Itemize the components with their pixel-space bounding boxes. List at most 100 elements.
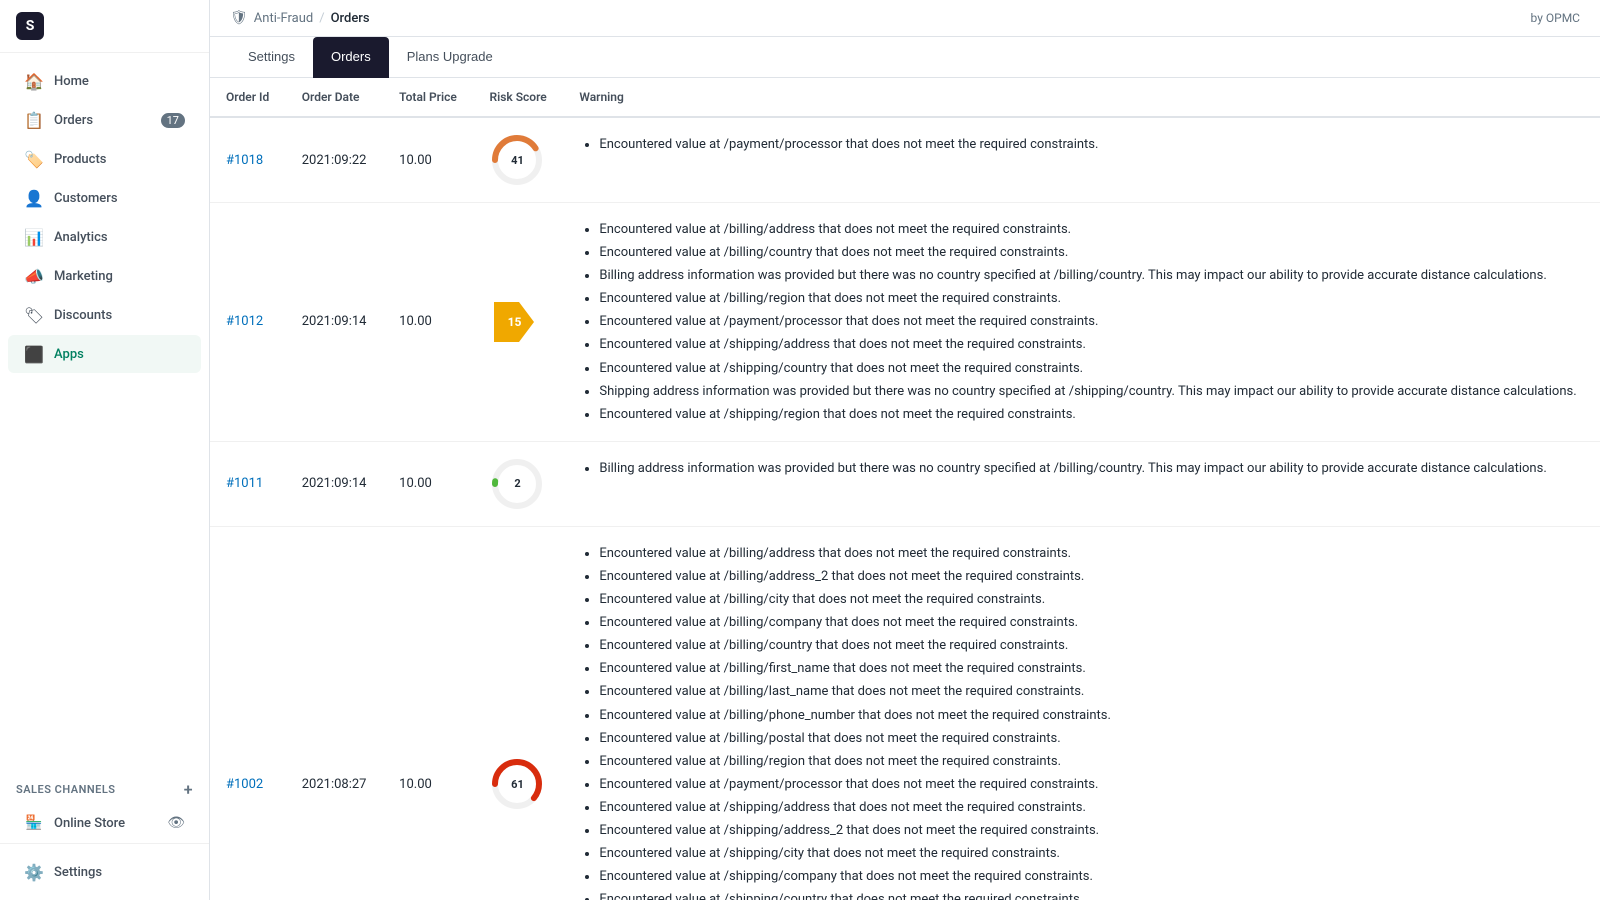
warning-item: Encountered value at /shipping/address t… — [599, 334, 1584, 356]
sales-channels-label: SALES CHANNELS — [16, 783, 116, 796]
apps-icon: ⬛ — [24, 344, 44, 364]
by-opmc-label: by OPMC — [1531, 11, 1580, 25]
warning-cell: Encountered value at /billing/address th… — [563, 203, 1600, 442]
orders-table: Order IdOrder DateTotal PriceRisk ScoreW… — [210, 78, 1600, 900]
risk-score-cell: 15 — [473, 203, 563, 442]
nav-label-home: Home — [54, 74, 185, 89]
risk-score-cell: 61 — [473, 526, 563, 900]
sidebar-item-customers[interactable]: 👤 Customers — [8, 179, 201, 217]
warning-item: Encountered value at /shipping/address_2… — [599, 820, 1584, 842]
breadcrumb: 🛡 Anti-Fraud / Orders — [230, 10, 370, 26]
warning-item: Encountered value at /billing/last_name … — [599, 681, 1584, 703]
col-header-warning: Warning — [563, 78, 1600, 117]
total-price: 10.00 — [383, 441, 473, 526]
sidebar-item-apps[interactable]: ⬛ Apps — [8, 335, 201, 373]
table-body: #10182021:09:2210.00 41 Encountered valu… — [210, 117, 1600, 900]
sidebar-logo: S — [0, 0, 209, 53]
warning-item: Encountered value at /billing/company th… — [599, 612, 1584, 634]
tab-orders[interactable]: Orders — [313, 37, 389, 78]
sidebar-item-settings[interactable]: ⚙️ Settings — [8, 853, 201, 891]
order-date: 2021:09:22 — [286, 117, 383, 203]
sidebar-item-home[interactable]: 🏠 Home — [8, 62, 201, 100]
warning-item: Encountered value at /billing/address th… — [599, 219, 1584, 241]
warning-item: Encountered value at /shipping/region th… — [599, 404, 1584, 426]
order-link[interactable]: #1018 — [226, 153, 263, 168]
sidebar: S 🏠 Home 📋 Orders 17 🏷️ Products 👤 Custo… — [0, 0, 210, 900]
tab-settings[interactable]: Settings — [230, 37, 313, 78]
warning-item: Encountered value at /billing/region tha… — [599, 751, 1584, 773]
total-price: 10.00 — [383, 203, 473, 442]
order-link[interactable]: #1002 — [226, 777, 263, 792]
app-icon: 🛡 — [230, 10, 248, 26]
warning-item: Encountered value at /shipping/company t… — [599, 866, 1584, 888]
sidebar-item-products[interactable]: 🏷️ Products — [8, 140, 201, 178]
settings-icon: ⚙️ — [24, 862, 44, 882]
warning-item: Shipping address information was provide… — [599, 381, 1584, 403]
warning-item: Encountered value at /billing/address th… — [599, 543, 1584, 565]
settings-label: Settings — [54, 865, 185, 880]
risk-gauge: 61 — [489, 756, 545, 812]
marketing-icon: 📣 — [24, 266, 44, 286]
products-icon: 🏷️ — [24, 149, 44, 169]
nav-label-customers: Customers — [54, 191, 185, 206]
orders-icon: 📋 — [24, 110, 44, 130]
warning-item: Billing address information was provided… — [599, 458, 1584, 480]
sidebar-settings-section: ⚙️ Settings — [0, 843, 209, 900]
warning-cell: Billing address information was provided… — [563, 441, 1600, 526]
warning-item: Encountered value at /billing/phone_numb… — [599, 705, 1584, 727]
tabs-bar: SettingsOrdersPlans Upgrade — [210, 37, 1600, 78]
order-link[interactable]: #1011 — [226, 476, 263, 491]
col-header-order_date: Order Date — [286, 78, 383, 117]
table-row: #1002 2021:08:2710.00 61 Encountered valu… — [210, 526, 1600, 900]
nav-label-marketing: Marketing — [54, 269, 185, 284]
table-row: #10182021:09:2210.00 41 Encountered valu… — [210, 117, 1600, 203]
risk-score-cell: 2 — [473, 441, 563, 526]
warning-item: Encountered value at /billing/region tha… — [599, 288, 1584, 310]
breadcrumb-app: Anti-Fraud — [254, 11, 313, 26]
sales-channels-section: SALES CHANNELS + — [0, 768, 209, 803]
sidebar-item-orders[interactable]: 📋 Orders 17 — [8, 101, 201, 139]
order-date: 2021:09:14 — [286, 203, 383, 442]
sidebar-item-discounts[interactable]: 🏷 Discounts — [8, 296, 201, 334]
sidebar-item-analytics[interactable]: 📊 Analytics — [8, 218, 201, 256]
warning-item: Encountered value at /payment/processor … — [599, 774, 1584, 796]
nav-label-analytics: Analytics — [54, 230, 185, 245]
warning-item: Encountered value at /billing/postal tha… — [599, 728, 1584, 750]
eye-icon[interactable]: 👁 — [167, 815, 185, 831]
risk-score-cell: 41 — [473, 117, 563, 203]
online-store-icon: 🏪 — [24, 813, 44, 833]
table-header: Order IdOrder DateTotal PriceRisk ScoreW… — [210, 78, 1600, 117]
main-content: 🛡 Anti-Fraud / Orders by OPMC SettingsOr… — [210, 0, 1600, 900]
total-price: 10.00 — [383, 526, 473, 900]
warning-item: Encountered value at /payment/processor … — [599, 311, 1584, 333]
breadcrumb-current: Orders — [331, 11, 370, 26]
warning-item: Billing address information was provided… — [599, 265, 1584, 287]
discounts-icon: 🏷 — [24, 305, 44, 325]
warning-item: Encountered value at /shipping/address t… — [599, 797, 1584, 819]
warning-item: Encountered value at /billing/first_name… — [599, 658, 1584, 680]
col-header-risk_score: Risk Score — [473, 78, 563, 117]
breadcrumb-separator: / — [319, 11, 324, 26]
table-row: #1011 2021:09:1410.00 2 Billing address i… — [210, 441, 1600, 526]
order-link[interactable]: #1012 — [226, 314, 263, 329]
warning-cell: Encountered value at /billing/address th… — [563, 526, 1600, 900]
sidebar-item-online-store[interactable]: 🏪 Online Store 👁 — [8, 804, 201, 842]
warning-item: Encountered value at /shipping/city that… — [599, 843, 1584, 865]
add-sales-channel-icon[interactable]: + — [184, 780, 193, 799]
warning-item: Encountered value at /payment/processor … — [599, 134, 1584, 156]
risk-gauge: 2 — [489, 456, 545, 512]
orders-table-area[interactable]: Order IdOrder DateTotal PriceRisk ScoreW… — [210, 78, 1600, 900]
tab-plans[interactable]: Plans Upgrade — [389, 37, 511, 78]
order-date: 2021:08:27 — [286, 526, 383, 900]
warning-item: Encountered value at /billing/address_2 … — [599, 566, 1584, 588]
nav-label-orders: Orders — [54, 113, 161, 128]
table-row: #1012 2021:09:1410.00 15 Encountered valu… — [210, 203, 1600, 442]
warning-item: Encountered value at /shipping/country t… — [599, 889, 1584, 900]
sidebar-item-marketing[interactable]: 📣 Marketing — [8, 257, 201, 295]
nav-badge-orders: 17 — [161, 113, 185, 128]
risk-gauge: 15 — [489, 297, 539, 347]
logo-icon: S — [16, 12, 44, 40]
warning-item: Encountered value at /billing/city that … — [599, 589, 1584, 611]
warning-cell: Encountered value at /payment/processor … — [563, 117, 1600, 203]
order-date: 2021:09:14 — [286, 441, 383, 526]
